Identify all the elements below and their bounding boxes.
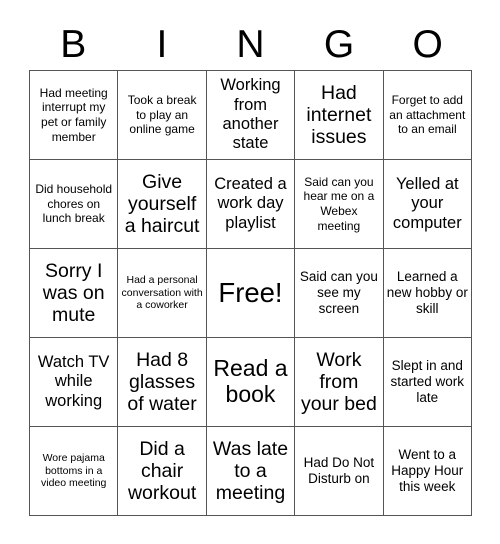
bingo-cell-r4-c5[interactable]: Slept in and started work late	[383, 338, 472, 427]
bingo-cell-r4-c1[interactable]: Watch TV while working	[30, 338, 119, 427]
bingo-cell-r5-c1[interactable]: Wore pajama bottoms in a video meeting	[30, 427, 119, 516]
bingo-cell-label: Had meeting interrupt my pet or family m…	[39, 85, 108, 144]
bingo-cell-r4-c4[interactable]: Work from your bed	[295, 338, 384, 427]
bingo-cell-label: Give yourself a haircut	[124, 170, 200, 238]
bingo-header-row: BINGO	[29, 18, 472, 70]
bingo-cell-r1-c2[interactable]: Took a break to play an online game	[118, 71, 207, 160]
bingo-cell-label: Read a book	[213, 355, 288, 407]
bingo-cell-r2-c1[interactable]: Did household chores on lunch break	[30, 160, 119, 249]
bingo-cell-r1-c5[interactable]: Forget to add an attachment to an email	[383, 71, 472, 160]
bingo-cell-r3-c2[interactable]: Had a personal conversation with a cowor…	[118, 249, 207, 338]
bingo-cell-label: Did a chair workout	[127, 437, 197, 505]
bingo-cell-r5-c3[interactable]: Was late to a meeting	[206, 427, 296, 516]
bingo-cell-label: Said can you hear me on a Webex meeting	[303, 174, 375, 233]
bingo-cell-r2-c5[interactable]: Yelled at your computer	[383, 160, 472, 249]
bingo-cell-r2-c2[interactable]: Give yourself a haircut	[118, 160, 207, 249]
bingo-cell-label: Did household chores on lunch break	[35, 182, 113, 226]
bingo-header-letter-o: O	[412, 22, 443, 66]
bingo-header-letter-n: N	[236, 22, 265, 66]
bingo-cell-label: Had 8 glasses of water	[127, 348, 197, 416]
bingo-cell-r3-c1[interactable]: Sorry I was on mute	[30, 249, 119, 338]
bingo-cell-label: Yelled at your computer	[392, 174, 462, 232]
bingo-cell-label: Had internet issues	[306, 81, 372, 149]
bingo-cell-label: Sorry I was on mute	[42, 259, 105, 327]
bingo-cell-r4-c2[interactable]: Had 8 glasses of water	[118, 338, 207, 427]
bingo-cell-r1-c1[interactable]: Had meeting interrupt my pet or family m…	[30, 71, 119, 160]
bingo-cell-label: Went to a Happy Hour this week	[391, 446, 464, 495]
bingo-header-letter-b: B	[60, 22, 87, 66]
bingo-cell-label: Took a break to play an online game	[127, 93, 197, 137]
bingo-free-space[interactable]: Free!	[206, 249, 296, 338]
bingo-cell-label: Wore pajama bottoms in a video meeting	[41, 451, 107, 490]
bingo-grid: Had meeting interrupt my pet or family m…	[29, 70, 472, 516]
bingo-cell-label: Slept in and started work late	[390, 357, 465, 406]
bingo-cell-label: Said can you see my screen	[299, 268, 378, 317]
bingo-cell-label: Free!	[218, 276, 283, 308]
bingo-cell-label: Created a work day playlist	[214, 174, 287, 232]
bingo-cell-label: Was late to a meeting	[212, 437, 289, 505]
bingo-cell-r2-c4[interactable]: Said can you hear me on a Webex meeting	[295, 160, 384, 249]
bingo-cell-label: Had a personal conversation with a cowor…	[121, 273, 203, 312]
bingo-cell-r1-c4[interactable]: Had internet issues	[295, 71, 384, 160]
bingo-cell-label: Forget to add an attachment to an email	[389, 93, 466, 137]
bingo-cell-r1-c3[interactable]: Working from another state	[206, 71, 296, 160]
bingo-cell-r5-c2[interactable]: Did a chair workout	[118, 427, 207, 516]
bingo-cell-label: Learned a new hobby or skill	[386, 268, 468, 317]
bingo-cell-label: Watch TV while working	[37, 352, 110, 410]
bingo-cell-r4-c3[interactable]: Read a book	[206, 338, 296, 427]
bingo-header-letter-g: G	[323, 22, 355, 66]
bingo-cell-r5-c5[interactable]: Went to a Happy Hour this week	[383, 427, 472, 516]
bingo-cell-label: Had Do Not Disturb on	[303, 454, 375, 486]
bingo-header-letter-i: I	[156, 22, 168, 66]
bingo-cell-label: Work from your bed	[300, 348, 377, 416]
bingo-cell-r2-c3[interactable]: Created a work day playlist	[206, 160, 296, 249]
bingo-cell-r3-c5[interactable]: Learned a new hobby or skill	[383, 249, 472, 338]
bingo-cell-r3-c4[interactable]: Said can you see my screen	[295, 249, 384, 338]
bingo-cell-r5-c4[interactable]: Had Do Not Disturb on	[295, 427, 384, 516]
bingo-card: B I N G O Had meeting interrupt my pet or fa…	[0, 0, 500, 544]
bingo-cell-label: Working from another state	[220, 76, 281, 153]
